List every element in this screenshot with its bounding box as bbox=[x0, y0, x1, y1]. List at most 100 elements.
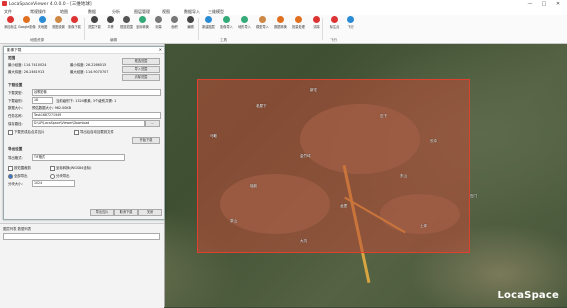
ribbon-button-label: 测量 bbox=[155, 25, 162, 29]
level-select[interactable]: 18 bbox=[32, 97, 53, 104]
download-icon bbox=[71, 16, 78, 23]
taskname-input[interactable]: Task1687271949 bbox=[32, 112, 161, 119]
close-dialog-button[interactable]: 关闭 bbox=[138, 209, 162, 216]
ribbon-button-label: 范围下载 bbox=[88, 25, 101, 29]
ribbon-separator bbox=[84, 18, 85, 40]
level-label: 下载级别: bbox=[8, 99, 23, 103]
ribbon-group-label: 编辑 bbox=[110, 38, 117, 42]
map-place-label: 瑶前 bbox=[250, 184, 257, 188]
cancel-download-button[interactable]: 取消下载 bbox=[114, 209, 138, 216]
export-section-header: 导出设置 bbox=[8, 147, 23, 151]
split-export-option[interactable]: 分块导出 bbox=[50, 173, 70, 179]
ribbon-button-label: 地形导入 bbox=[238, 25, 251, 29]
new-layer-icon bbox=[205, 16, 212, 23]
autoload-checkbox[interactable] bbox=[74, 129, 79, 135]
coord-checkbox[interactable] bbox=[50, 165, 55, 171]
ribbon-button-7[interactable]: 框选范围 bbox=[118, 16, 135, 29]
export-tiles-button[interactable]: 导出瓦片 bbox=[90, 209, 114, 216]
clip-checkbox[interactable] bbox=[8, 165, 13, 171]
maximize-button[interactable]: □ bbox=[537, 0, 551, 8]
north-value: 最大纬度: 26.2461913 bbox=[8, 70, 45, 74]
draw-range-button[interactable]: 框选范围 bbox=[122, 58, 160, 65]
ribbon-button-6[interactable]: 平移 bbox=[102, 16, 119, 29]
ribbon-button-label: 新建图层 bbox=[202, 25, 215, 29]
convert-icon bbox=[139, 16, 146, 23]
ribbon-button-label: 框选范围 bbox=[120, 25, 133, 29]
download-range-box[interactable] bbox=[197, 79, 470, 253]
ribbon-button-20[interactable]: 飞行 bbox=[342, 16, 359, 29]
layer-panel-tabs[interactable]: 图层列表 数据列表 bbox=[3, 226, 31, 231]
ribbon-button-label: 底图设置 bbox=[52, 25, 65, 29]
ribbon-button-label: 平移 bbox=[107, 25, 114, 29]
browse-button[interactable]: ... bbox=[145, 120, 160, 127]
tile-size-label: 分块大小: bbox=[8, 182, 23, 186]
minimize-button[interactable]: — bbox=[523, 0, 537, 8]
merge-checkbox[interactable] bbox=[8, 129, 13, 135]
ribbon-button-9[interactable]: 测量 bbox=[150, 16, 167, 29]
ribbon-button-4[interactable]: 影像下载 bbox=[66, 16, 83, 29]
close-window-button[interactable]: ✕ bbox=[551, 0, 565, 8]
tile-size-input[interactable]: 1024 bbox=[32, 180, 75, 187]
ribbon-separator bbox=[322, 18, 323, 40]
map-place-label: 新宅 bbox=[310, 88, 317, 92]
download-section-header: 下载设置 bbox=[8, 83, 23, 87]
ribbon-button-1[interactable]: Google影像 bbox=[18, 16, 36, 29]
start-download-button[interactable]: 开始下载 bbox=[132, 137, 160, 144]
ribbon-button-0[interactable]: 添加标注 bbox=[2, 16, 19, 29]
ribbon-toolbar: 添加标注 Google影像 天地图 底图设置 影像下载 范围下载 平移 框选范围 坐标转换 测量 面… bbox=[0, 15, 567, 44]
move-icon bbox=[107, 16, 114, 23]
clear-range-button[interactable]: 清除范围 bbox=[122, 74, 160, 81]
ribbon-button-11[interactable]: 编辑 bbox=[182, 16, 199, 29]
ribbon-button-12[interactable]: 新建图层 bbox=[200, 16, 217, 29]
clear-icon bbox=[313, 16, 320, 23]
window-title: LocaSpaceViewer 4.0.0.0 - [三维地球] bbox=[9, 2, 92, 7]
ribbon-button-label: 面积 bbox=[171, 25, 178, 29]
ribbon-button-label: 影像导入 bbox=[220, 25, 233, 29]
autoload-option[interactable]: 导出后自动加载到文件 bbox=[74, 129, 114, 135]
ribbon-button-8[interactable]: 坐标转换 bbox=[134, 16, 151, 29]
ribbon-button-17[interactable]: 批量处理 bbox=[290, 16, 307, 29]
import-model-icon bbox=[259, 16, 266, 23]
clip-option[interactable]: 按范围裁剪 bbox=[8, 165, 31, 171]
level-info: 当前级别下: 1324像素, 3个级别共需: 1 bbox=[56, 99, 117, 103]
ribbon-button-label: 数据转换 bbox=[274, 25, 287, 29]
format-select[interactable]: TIF格式 bbox=[32, 154, 125, 161]
ribbon-button-3[interactable]: 底图设置 bbox=[50, 16, 67, 29]
map-place-label: 石下 bbox=[380, 114, 387, 118]
split-export-radio[interactable] bbox=[50, 173, 55, 179]
import-terrain-icon bbox=[241, 16, 248, 23]
west-value: 最小经度: 114.7410024 bbox=[8, 63, 47, 67]
batch-icon bbox=[295, 16, 302, 23]
layer-search-input[interactable] bbox=[3, 233, 160, 240]
ribbon-button-10[interactable]: 面积 bbox=[166, 16, 183, 29]
import-range-button[interactable]: 导入范围 bbox=[122, 66, 160, 73]
ribbon-button-15[interactable]: 模型导入 bbox=[254, 16, 271, 29]
ribbon-button-2[interactable]: 天地图 bbox=[34, 16, 51, 29]
fly-icon bbox=[347, 16, 354, 23]
ribbon-button-19[interactable]: 标注点 bbox=[326, 16, 343, 29]
ribbon-group-label: 飞行 bbox=[330, 38, 337, 42]
dialog-close-icon[interactable]: ✕ bbox=[159, 47, 162, 53]
map-place-label: 龙潭 bbox=[340, 204, 347, 208]
layer-panel: 图层列表 数据列表 bbox=[0, 223, 164, 308]
coord-option[interactable]: 坐标转换(WGS84坐标) bbox=[50, 165, 91, 171]
ribbon-button-label: 编辑 bbox=[187, 25, 194, 29]
dialog-title: 影像下载 bbox=[4, 47, 164, 54]
ribbon-button-13[interactable]: 影像导入 bbox=[218, 16, 235, 29]
full-export-radio[interactable] bbox=[8, 173, 13, 179]
ribbon-button-14[interactable]: 地形导入 bbox=[236, 16, 253, 29]
map-place-label: 上坪 bbox=[420, 224, 427, 228]
measure-icon bbox=[155, 16, 162, 23]
layer-icon bbox=[55, 16, 62, 23]
ribbon-button-label: 飞行 bbox=[347, 25, 354, 29]
full-export-option[interactable]: 全部导出 bbox=[8, 173, 28, 179]
ribbon-button-5[interactable]: 范围下载 bbox=[86, 16, 103, 29]
ribbon-button-label: 影像下载 bbox=[68, 25, 81, 29]
merge-option[interactable]: 下载完成后合并瓦片 bbox=[8, 129, 45, 135]
map-place-label: 石门 bbox=[470, 194, 477, 198]
savepath-label: 保存路径: bbox=[8, 122, 23, 126]
ribbon-button-16[interactable]: 数据转换 bbox=[272, 16, 289, 29]
source-select[interactable]: 谷歌影像 bbox=[32, 89, 161, 96]
savepath-input[interactable]: D:\LP\LocaSpace\Viewer\Download bbox=[32, 120, 145, 127]
east-value: 最小纬度: 26.2266015 bbox=[70, 63, 107, 67]
